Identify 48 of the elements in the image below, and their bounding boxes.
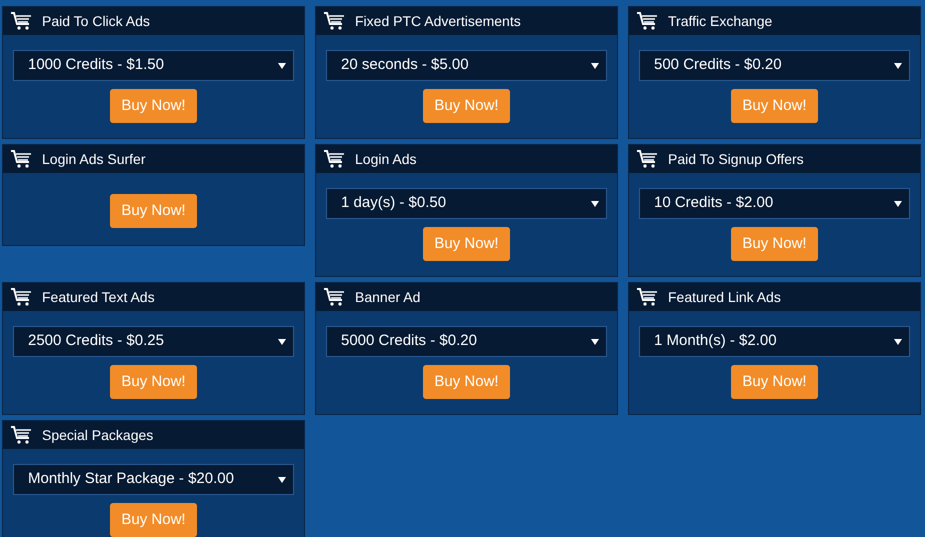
cart-icon — [323, 287, 347, 307]
buy-button[interactable]: Buy Now! — [110, 89, 197, 123]
card-title: Login Ads Surfer — [42, 150, 146, 169]
card-title: Featured Link Ads — [668, 288, 781, 306]
buy-button[interactable]: Buy Now! — [731, 365, 818, 399]
caret-icon — [591, 338, 599, 344]
card-title: Featured Text Ads — [42, 288, 155, 306]
package-select[interactable]: 5000 Credits - $0.20 — [326, 326, 607, 357]
package-select[interactable]: 1000 Credits - $1.50 — [13, 50, 294, 81]
buy-button[interactable]: Buy Now! — [423, 89, 510, 123]
cart-icon — [10, 149, 34, 169]
caret-icon — [591, 62, 599, 68]
caret-icon — [591, 200, 599, 206]
cart-icon — [10, 11, 34, 31]
caret-icon — [278, 62, 286, 68]
card-title: Fixed PTC Advertisements — [355, 12, 521, 30]
caret-icon — [894, 200, 902, 206]
cart-icon — [636, 149, 660, 169]
card-title: Paid To Click Ads — [42, 12, 150, 30]
buy-button[interactable]: Buy Now! — [110, 365, 197, 399]
cart-icon — [323, 11, 347, 31]
caret-icon — [278, 338, 286, 344]
buy-button[interactable]: Buy Now! — [110, 503, 197, 537]
package-select[interactable]: 500 Credits - $0.20 — [639, 50, 910, 81]
card-title: Login Ads — [355, 150, 416, 169]
caret-icon — [894, 338, 902, 344]
cart-icon — [10, 425, 34, 445]
buy-button[interactable]: Buy Now! — [423, 365, 510, 399]
cart-icon — [10, 287, 34, 307]
cart-icon — [636, 11, 660, 31]
buy-button[interactable]: Buy Now! — [731, 227, 818, 261]
card-title: Banner Ad — [355, 288, 420, 306]
buy-button[interactable]: Buy Now! — [110, 194, 197, 228]
package-select[interactable]: 20 seconds - $5.00 — [326, 50, 607, 81]
package-select[interactable]: 1 day(s) - $0.50 — [326, 188, 607, 219]
package-select[interactable]: Monthly Star Package - $20.00 — [13, 464, 294, 495]
package-select[interactable]: 1 Month(s) - $2.00 — [639, 326, 910, 357]
cart-icon — [636, 287, 660, 307]
caret-icon — [894, 62, 902, 68]
buy-button[interactable]: Buy Now! — [423, 227, 510, 261]
package-select[interactable]: 2500 Credits - $0.25 — [13, 326, 294, 357]
buy-button[interactable]: Buy Now! — [731, 89, 818, 123]
caret-icon — [278, 476, 286, 482]
card-title: Special Packages — [42, 426, 154, 445]
cart-icon — [323, 149, 347, 169]
package-select[interactable]: 10 Credits - $2.00 — [639, 188, 910, 219]
card-title: Paid To Signup Offers — [668, 150, 804, 169]
card-title: Traffic Exchange — [668, 12, 772, 31]
